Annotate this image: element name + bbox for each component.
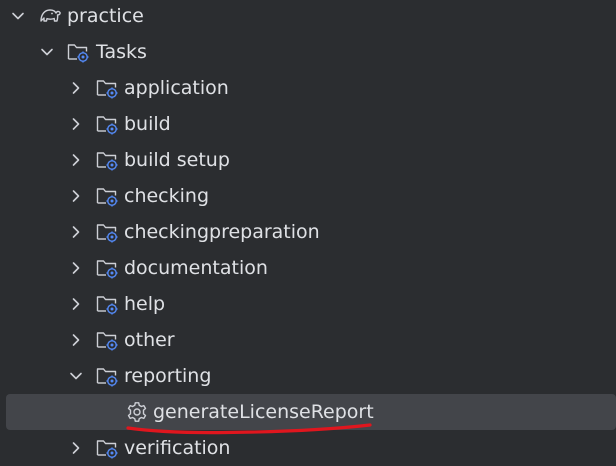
task-folder-icon	[95, 436, 119, 460]
chevron-right-icon[interactable]	[68, 260, 84, 276]
task-folder-icon	[95, 220, 119, 244]
tree-node-group-build[interactable]: build	[0, 106, 616, 142]
tree-node-group-documentation[interactable]: documentation	[0, 250, 616, 286]
task-folder-icon	[95, 364, 119, 388]
chevron-down-icon[interactable]	[39, 44, 55, 60]
chevron-right-icon[interactable]	[68, 116, 84, 132]
tree-node-practice[interactable]: practice	[0, 0, 616, 34]
tree-node-group-application[interactable]: application	[0, 70, 616, 106]
chevron-down-icon[interactable]	[68, 368, 84, 384]
chevron-right-icon[interactable]	[68, 440, 84, 456]
chevron-right-icon[interactable]	[68, 224, 84, 240]
tree-node-group-other[interactable]: other	[0, 322, 616, 358]
tree-node-label: practice	[67, 5, 144, 27]
tree-node-group-checking[interactable]: checking	[0, 178, 616, 214]
chevron-right-icon[interactable]	[68, 188, 84, 204]
task-folder-icon	[95, 328, 119, 352]
task-folder-icon	[95, 76, 119, 100]
chevron-right-icon[interactable]	[68, 152, 84, 168]
tree-node-label: application	[124, 77, 229, 99]
gradle-elephant-icon	[38, 3, 62, 27]
task-folder-icon	[95, 148, 119, 172]
tree-node-label: verification	[124, 437, 231, 459]
task-folder-icon	[95, 256, 119, 280]
tree-node-group-help[interactable]: help	[0, 286, 616, 322]
tree-node-group-reporting[interactable]: reporting	[0, 358, 616, 394]
tree-node-tasks[interactable]: Tasks	[0, 34, 616, 70]
tree-node-group-verification[interactable]: verification	[0, 430, 616, 466]
tree-node-label: build setup	[124, 149, 230, 171]
chevron-right-icon[interactable]	[68, 296, 84, 312]
chevron-down-icon[interactable]	[10, 8, 26, 24]
tree-node-label: build	[124, 113, 171, 135]
tree-node-label: checking	[124, 185, 210, 207]
tree-node-label: help	[124, 293, 166, 315]
task-folder-icon	[95, 112, 119, 136]
gradle-tasks-tree: practice Tasks application build build s…	[0, 0, 616, 466]
tree-node-group-build-setup[interactable]: build setup	[0, 142, 616, 178]
tree-node-group-checkingpreparation[interactable]: checkingpreparation	[0, 214, 616, 250]
tree-node-label: other	[124, 329, 175, 351]
tree-node-label: checkingpreparation	[124, 221, 320, 243]
task-folder-icon	[95, 292, 119, 316]
task-folder-icon	[66, 40, 90, 64]
task-folder-icon	[95, 184, 119, 208]
tree-node-label: reporting	[124, 365, 212, 387]
tree-node-label: Tasks	[96, 41, 147, 63]
chevron-right-icon[interactable]	[68, 80, 84, 96]
tree-node-label: documentation	[124, 257, 268, 279]
chevron-right-icon[interactable]	[68, 332, 84, 348]
